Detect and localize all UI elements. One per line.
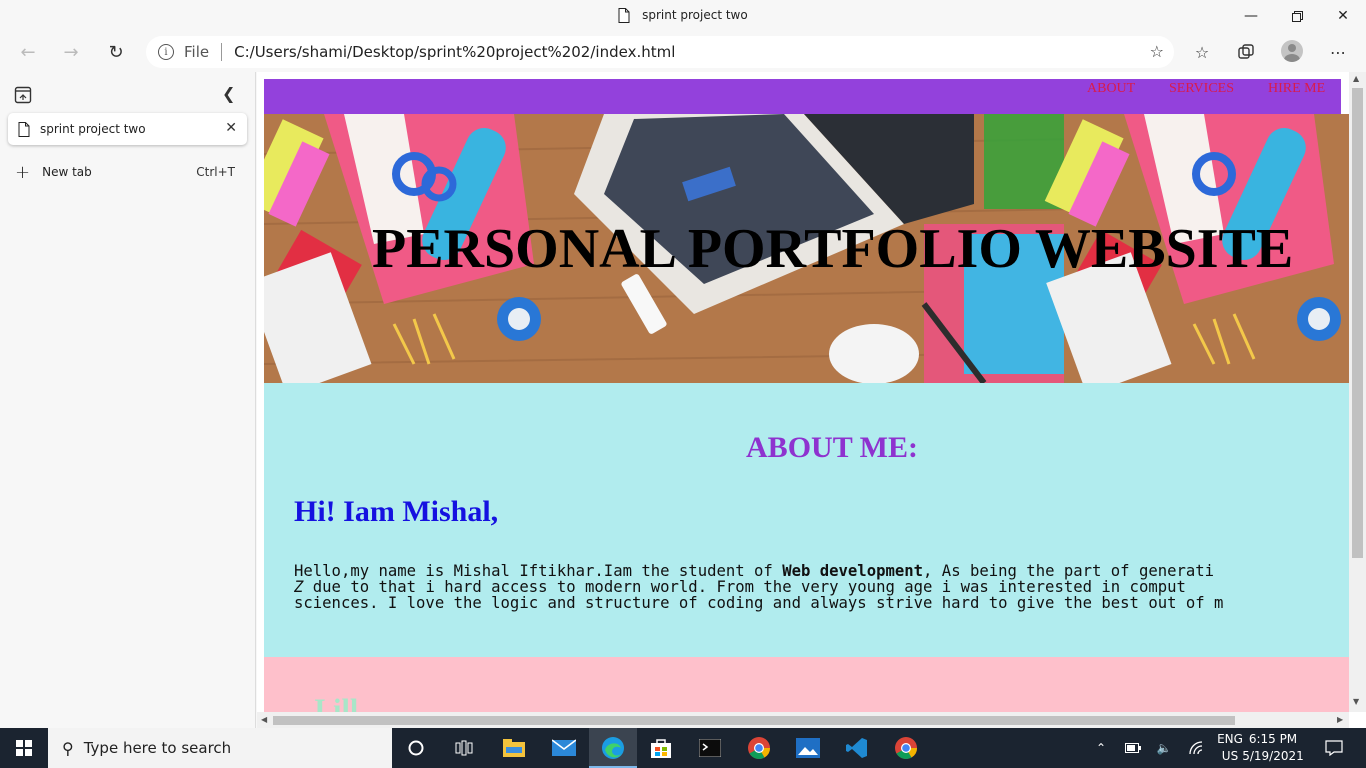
scroll-down-icon[interactable]: ▼ xyxy=(1353,697,1359,706)
windows-taskbar: ⚲ Type here to search ⌃ 🔈 ENG US 6:15 PM… xyxy=(0,728,1366,768)
more-menu-icon[interactable]: ⋯ xyxy=(1326,40,1350,64)
scheme-label: File xyxy=(184,43,210,61)
site-nav: ABOUT SERVICES HIRE ME xyxy=(264,79,1341,114)
file-explorer-icon[interactable] xyxy=(490,728,538,768)
scroll-right-icon[interactable]: ▶ xyxy=(1337,715,1343,724)
collapse-sidebar-icon[interactable]: ❮ xyxy=(222,84,235,103)
new-tab-shortcut: Ctrl+T xyxy=(196,165,235,179)
window-title: sprint project two xyxy=(642,8,748,22)
horizontal-scrollbar[interactable]: ◀ ▶ xyxy=(257,712,1349,728)
wifi-icon[interactable] xyxy=(1186,728,1208,768)
about-heading: ABOUT ME: xyxy=(746,431,918,464)
web-viewport: ABOUT SERVICES HIRE ME PERSONAL PORTFOLI… xyxy=(257,72,1366,728)
windows-start-icon[interactable] xyxy=(0,728,48,768)
vertical-scrollbar[interactable]: ▲ ▼ xyxy=(1349,72,1366,712)
hero-banner: PERSONAL PORTFOLIO WEBSITE xyxy=(264,114,1349,383)
battery-icon[interactable] xyxy=(1122,728,1144,768)
show-hidden-icons[interactable]: ⌃ xyxy=(1090,728,1112,768)
about-section: ABOUT ME: Hi! Iam Mishal, Hello,my name … xyxy=(264,383,1349,657)
vertical-tabs-sidebar: ❮ sprint project two ✕ + New tab Ctrl+T xyxy=(0,72,256,728)
collections-icon[interactable] xyxy=(1234,40,1258,64)
url-text[interactable]: C:/Users/shami/Desktop/sprint%20project%… xyxy=(234,43,675,61)
about-paragraph: Hello,my name is Mishal Iftikhar.Iam the… xyxy=(294,562,1224,612)
address-separator xyxy=(221,43,223,61)
document-icon xyxy=(18,121,30,137)
vscode-icon[interactable] xyxy=(833,728,881,768)
clock-date: 5/19/2021 xyxy=(1242,749,1304,763)
nav-link-about[interactable]: ABOUT xyxy=(1087,81,1135,97)
favorites-icon[interactable]: ☆ xyxy=(1190,40,1214,64)
horizontal-scroll-thumb[interactable] xyxy=(273,716,1235,725)
scroll-left-icon[interactable]: ◀ xyxy=(261,715,267,724)
profile-avatar[interactable] xyxy=(1281,40,1303,62)
vertical-scroll-thumb[interactable] xyxy=(1352,88,1363,558)
next-section: I ill xyxy=(264,657,1349,719)
new-tab-button[interactable]: + New tab Ctrl+T xyxy=(8,160,247,184)
back-arrow-icon[interactable]: ← xyxy=(12,36,44,68)
system-clock[interactable]: 6:15 PM 5/19/2021 xyxy=(1240,731,1306,765)
mail-icon[interactable] xyxy=(540,728,588,768)
address-bar[interactable]: i File C:/Users/shami/Desktop/sprint%20p… xyxy=(146,36,1174,68)
scroll-up-icon[interactable]: ▲ xyxy=(1353,74,1359,83)
volume-icon[interactable]: 🔈 xyxy=(1153,728,1175,768)
clock-time: 6:15 PM xyxy=(1248,732,1298,746)
search-icon: ⚲ xyxy=(62,738,74,758)
portfolio-page: ABOUT SERVICES HIRE ME PERSONAL PORTFOLI… xyxy=(264,79,1349,719)
tab-label: sprint project two xyxy=(40,122,146,136)
photos-icon[interactable] xyxy=(784,728,832,768)
refresh-icon[interactable]: ↻ xyxy=(100,36,132,68)
browser-toolbar: ← → ↻ i File C:/Users/shami/Desktop/spri… xyxy=(0,32,1366,72)
tab-actions-icon[interactable] xyxy=(14,86,32,104)
task-view-icon[interactable] xyxy=(440,728,488,768)
restore-icon[interactable] xyxy=(1274,0,1320,32)
plus-icon: + xyxy=(15,161,31,183)
edge-browser-icon[interactable] xyxy=(589,728,637,768)
cortana-icon[interactable] xyxy=(392,728,440,768)
notifications-icon[interactable] xyxy=(1320,728,1348,768)
browser-window: sprint project two — ✕ ← → ↻ i File C:/U… xyxy=(0,0,1366,728)
terminal-icon[interactable] xyxy=(686,728,734,768)
title-bar: sprint project two — ✕ xyxy=(0,0,1366,32)
search-placeholder: Type here to search xyxy=(83,739,232,757)
add-favorite-icon[interactable]: ☆ xyxy=(1150,42,1164,61)
taskbar-search-box[interactable]: ⚲ Type here to search xyxy=(48,728,392,768)
nav-link-services[interactable]: SERVICES xyxy=(1169,81,1234,97)
nav-link-hire-me[interactable]: HIRE ME xyxy=(1268,81,1325,97)
microsoft-store-icon[interactable] xyxy=(637,728,685,768)
hero-title: PERSONAL PORTFOLIO WEBSITE xyxy=(372,218,1294,280)
new-tab-label: New tab xyxy=(42,165,92,179)
greeting-heading: Hi! Iam Mishal, xyxy=(294,495,499,528)
forward-arrow-icon[interactable]: → xyxy=(55,36,87,68)
info-icon[interactable]: i xyxy=(158,44,174,60)
minimize-icon[interactable]: — xyxy=(1228,0,1274,32)
document-icon xyxy=(618,8,630,23)
tab-sprint-project-two[interactable]: sprint project two ✕ xyxy=(8,113,247,145)
close-tab-icon[interactable]: ✕ xyxy=(225,120,237,136)
chrome-icon-2[interactable] xyxy=(882,728,930,768)
close-icon[interactable]: ✕ xyxy=(1320,0,1366,32)
chrome-icon[interactable] xyxy=(735,728,783,768)
